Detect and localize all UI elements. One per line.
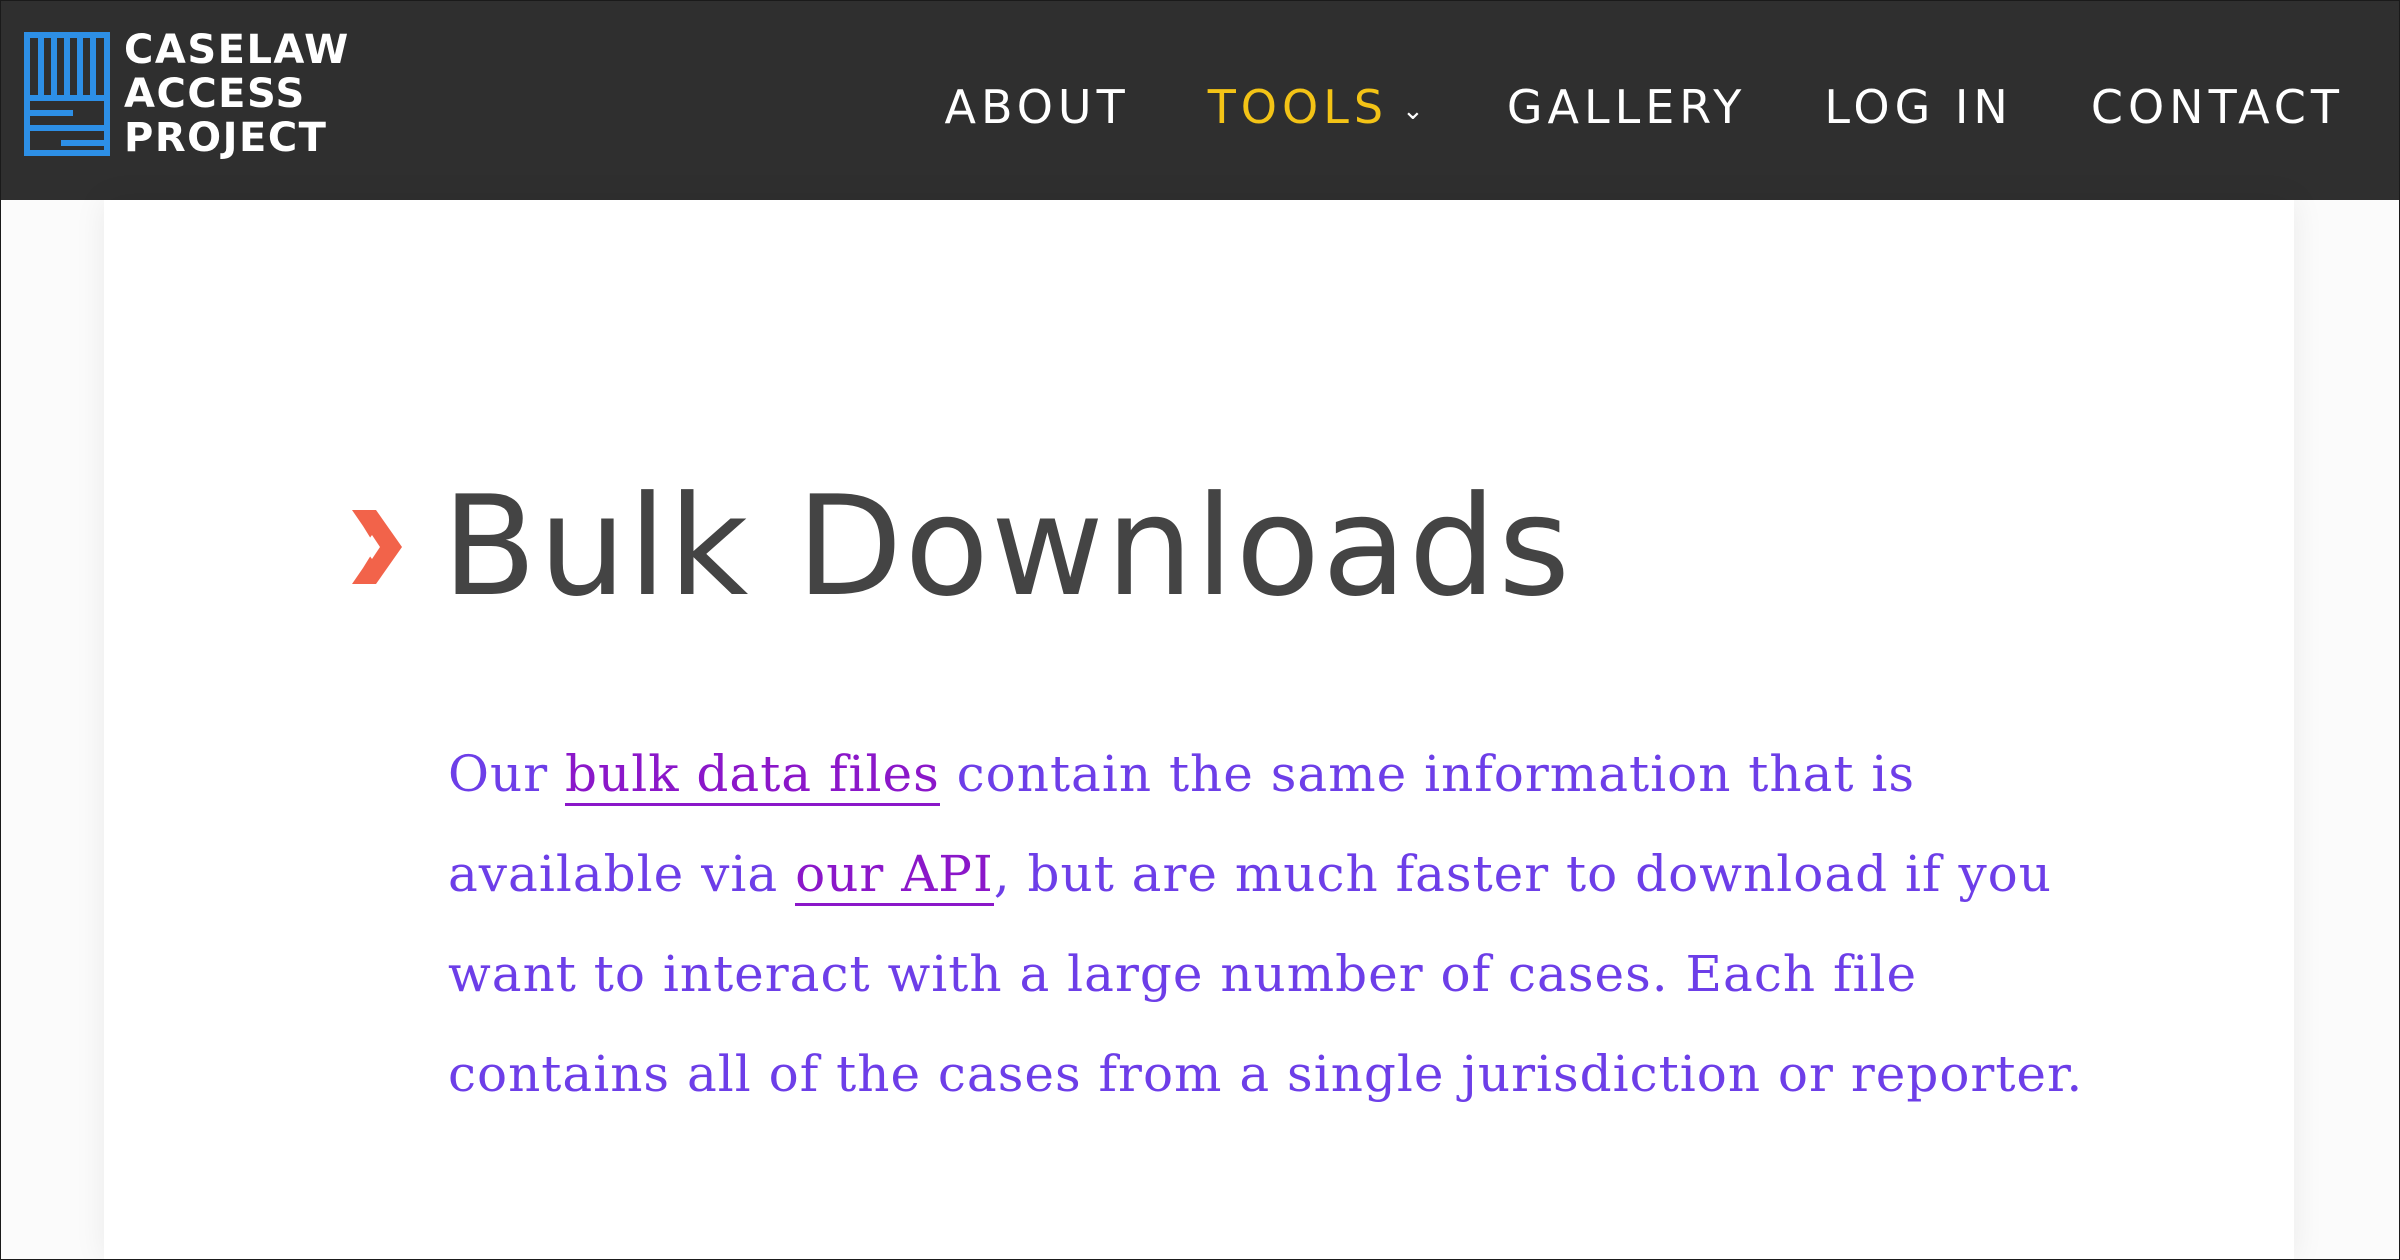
page-title: Bulk Downloads <box>442 466 1573 627</box>
nav-contact-label: CONTACT <box>2090 80 2344 134</box>
nav-contact[interactable]: CONTACT <box>2091 80 2344 134</box>
chevron-down-icon: ⌄ <box>1402 96 1429 126</box>
nav-log-in[interactable]: LOG IN <box>1824 80 2012 134</box>
brand-line-1: CASELAW <box>124 27 350 73</box>
intro-text-1: Our <box>448 745 565 803</box>
nav-about[interactable]: ABOUT <box>945 80 1130 134</box>
chevron-right-icon <box>352 510 402 584</box>
nav-tools-label: TOOLS <box>1207 80 1389 134</box>
brand-name: CASELAW ACCESS PROJECT <box>124 28 350 160</box>
brand-line-2: ACCESS <box>124 71 306 117</box>
nav-tools[interactable]: TOOLS ⌄ <box>1208 80 1429 134</box>
brand-line-3: PROJECT <box>124 115 328 161</box>
top-navbar: CASELAW ACCESS PROJECT ABOUT TOOLS ⌄ GAL… <box>0 0 2400 200</box>
nav-gallery-label: GALLERY <box>1506 80 1747 134</box>
site-logo[interactable]: CASELAW ACCESS PROJECT <box>24 28 350 160</box>
nav-log-in-label: LOG IN <box>1824 80 2013 134</box>
main-nav: ABOUT TOOLS ⌄ GALLERY LOG IN CONTACT <box>867 80 2345 134</box>
our-api-link[interactable]: our API <box>795 845 994 906</box>
nav-gallery[interactable]: GALLERY <box>1507 80 1747 134</box>
page-title-row: Bulk Downloads <box>346 472 1572 622</box>
caselaw-logo-icon <box>24 32 110 156</box>
intro-paragraph: Our bulk data files contain the same inf… <box>448 724 2128 1124</box>
nav-about-label: ABOUT <box>944 80 1130 134</box>
bulk-data-files-link[interactable]: bulk data files <box>565 745 940 806</box>
